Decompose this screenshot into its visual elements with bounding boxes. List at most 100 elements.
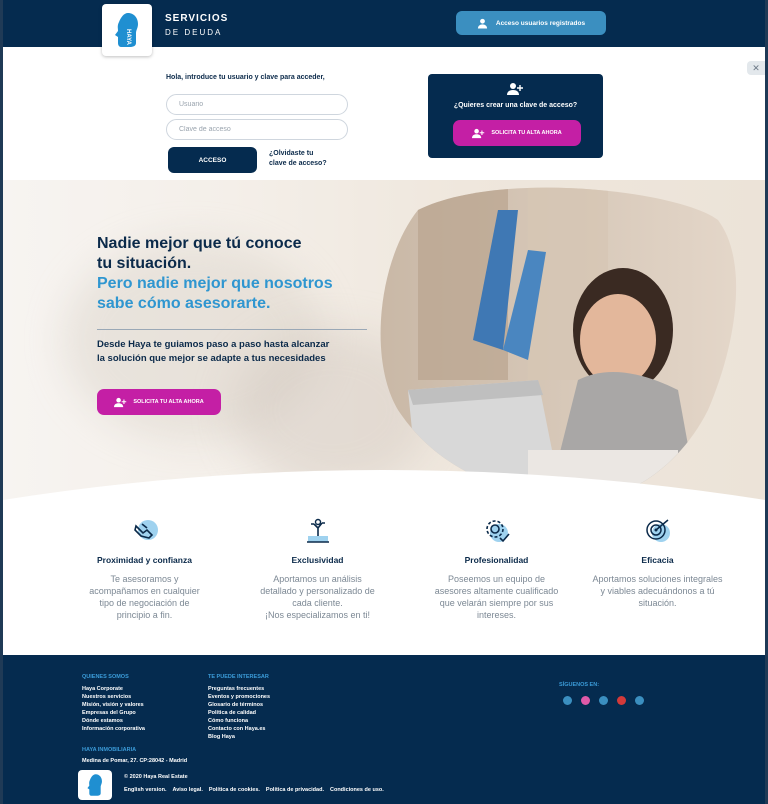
footer-link[interactable]: Política de calidad (208, 709, 270, 717)
signup-now-label: SOLICITA TU ALTA AHORA (491, 130, 562, 136)
feature-title: Proximidad y confianza (97, 555, 192, 565)
footer-about-list: Haya Corporate Nuestros servicios Misión… (82, 685, 145, 733)
feature-desc-line: ¡Nos especializamos en ti! (264, 610, 371, 620)
feature-desc-line: Aportamos un análisis (273, 574, 362, 584)
signup-now-button[interactable]: SOLICITA TU ALTA AHORA (453, 120, 581, 146)
footer-about-heading: QUIENES SOMOS (82, 674, 129, 680)
footer-interest-list: Preguntas frecuentes Eventos y promocion… (208, 685, 270, 741)
footer-legal-link[interactable]: Condiciones de uso. (330, 787, 384, 793)
registered-users-label: Acceso usuarios registrados (495, 19, 586, 27)
page-footer: QUIENES SOMOS Haya Corporate Nuestros se… (3, 655, 765, 804)
haya-head-logo-icon: HAYA (115, 13, 138, 47)
feature-desc-line: Poseemos un equipo de (447, 574, 546, 584)
login-prompt: Hola, introduce tu usuario y clave para … (166, 74, 325, 81)
social-links (563, 696, 644, 705)
feature-title: Exclusividad (291, 555, 344, 565)
signup-panel: ¿Quieres crear una clave de acceso? SOLI… (428, 74, 603, 158)
footer-copyright: © 2020 Haya Real Estate (124, 774, 188, 780)
signup-question: ¿Quieres crear una clave de acceso? (453, 102, 578, 109)
feature-title: Eficacia (641, 555, 674, 565)
youtube-icon[interactable] (617, 696, 626, 705)
feature-proximity: Proximidad y confianza Te asesoramos y a… (62, 515, 227, 621)
hero-title: Nadie mejor que tú conoce tu situación. (97, 234, 301, 274)
gear-check-icon (485, 520, 510, 543)
footer-link[interactable]: Contacto con Haya.es (208, 725, 270, 733)
footer-link[interactable]: Información corporativa (82, 725, 145, 733)
registered-users-button[interactable]: Acceso usuarios registrados (456, 11, 606, 35)
hero-divider (97, 329, 367, 330)
password-input[interactable] (166, 119, 348, 140)
footer-address: Medina de Pomar, 27. CP:28042 - Madrid (82, 758, 188, 764)
forgot-line-2: clave de acceso? (269, 160, 327, 167)
feature-desc-line: que velarán siempre por sus (439, 598, 554, 608)
feature-description: Te asesoramos y acompañamos en cualquier… (62, 573, 227, 621)
forgot-password-link[interactable]: ¿Olvidaste tu clave de acceso? (269, 149, 349, 169)
footer-interest-heading: TE PUEDE INTERESAR (208, 674, 269, 680)
footer-haya-logo[interactable] (78, 770, 112, 800)
haya-logo[interactable]: HAYA (102, 4, 152, 56)
footer-social-heading: SÍGUENOS EN: (559, 682, 600, 688)
twitter-icon[interactable] (599, 696, 608, 705)
footer-legal-links: English version. Aviso legal. Política d… (124, 787, 384, 793)
hero-signup-label: SOLICITA TU ALTA AHORA (133, 399, 204, 405)
feature-description: Poseemos un equipo de asesores altamente… (414, 573, 579, 621)
feature-desc-line: principio a fin. (116, 610, 173, 620)
footer-link[interactable]: Eventos y promociones (208, 693, 270, 701)
brand-line-2: DE DEUDA (165, 28, 223, 37)
feature-desc-line: detallado y personalizado de (260, 586, 375, 596)
footer-legal-link[interactable]: Política de cookies. (209, 787, 260, 793)
footer-link[interactable]: Blog Haya (208, 733, 270, 741)
feature-exclusivity: Exclusividad Aportamos un análisis detal… (235, 515, 400, 621)
feature-description: Aportamos un análisis detallado y person… (235, 573, 400, 621)
linkedin-icon[interactable] (635, 696, 644, 705)
footer-link[interactable]: Empresas del Grupo (82, 709, 145, 717)
username-input[interactable] (166, 94, 348, 115)
footer-legal-link[interactable]: Aviso legal. (172, 787, 202, 793)
access-button[interactable]: ACCESO (168, 147, 257, 173)
footer-link[interactable]: Nuestros servicios (82, 693, 145, 701)
hero-desc-line-1: Desde Haya te guiamos paso a paso hasta … (97, 339, 330, 350)
hero-bottom-wave (3, 470, 765, 510)
feature-desc-line: situación. (638, 598, 677, 608)
user-icon (477, 18, 487, 29)
footer-inmo-heading: HAYA INMOBILIARIA (82, 747, 137, 753)
hero-description: Desde Haya te guiamos paso a paso hasta … (97, 338, 377, 366)
hero-desc-line-2: la solución que mejor se adapte a tus ne… (97, 353, 326, 364)
hero-subtitle: Pero nadie mejor que nosotros sabe cómo … (97, 274, 333, 314)
footer-link[interactable]: Haya Corporate (82, 685, 145, 693)
forgot-line-1: ¿Olvidaste tu (269, 150, 314, 157)
footer-legal-link[interactable]: English version. (124, 787, 166, 793)
brand-line-1: SERVICIOS (165, 13, 229, 24)
hero-subtitle-line-2: sabe cómo asesorarte. (97, 295, 271, 312)
feature-professionalism: Profesionalidad Poseemos un equipo de as… (414, 515, 579, 621)
add-user-icon (114, 397, 127, 407)
footer-link[interactable]: Dónde estamos (82, 717, 145, 725)
hero-title-line-1: Nadie mejor que tú conoce (97, 235, 302, 252)
hero-title-line-2: tu situación. (97, 255, 192, 272)
hero-signup-button[interactable]: SOLICITA TU ALTA AHORA (97, 389, 221, 415)
add-user-icon (507, 83, 523, 95)
instagram-icon[interactable] (581, 696, 590, 705)
feature-efficacy: Eficacia Aportamos soluciones integrales… (575, 515, 740, 609)
facebook-icon[interactable] (563, 696, 572, 705)
add-user-icon (472, 128, 485, 138)
feature-desc-line: Te asesoramos y (110, 574, 179, 584)
haya-head-logo-icon (87, 774, 102, 796)
hero-subtitle-line-1: Pero nadie mejor que nosotros (97, 275, 333, 292)
feature-desc-line: asesores altamente cualificado (434, 586, 559, 596)
footer-link[interactable]: Preguntas frecuentes (208, 685, 270, 693)
feature-desc-line: y viables adecuándonos a tú (600, 586, 715, 596)
feature-desc-line: cada cliente. (292, 598, 343, 608)
feature-desc-line: tipo de negociación de (99, 598, 190, 608)
close-tab-button[interactable]: ✕ (747, 61, 765, 75)
footer-link[interactable]: Misión, visión y valores (82, 701, 145, 709)
feature-desc-line: intereses. (476, 610, 517, 620)
feature-title: Profesionalidad (464, 555, 529, 565)
footer-link[interactable]: Cómo funciona (208, 717, 270, 725)
handshake-icon (133, 520, 158, 540)
feature-desc-line: Aportamos soluciones integrales (592, 574, 723, 584)
footer-legal-link[interactable]: Política de privacidad. (266, 787, 324, 793)
svg-text:HAYA: HAYA (125, 29, 131, 46)
brand-title: SERVICIOS DE DEUDA (165, 13, 228, 37)
footer-link[interactable]: Glosario de términos (208, 701, 270, 709)
